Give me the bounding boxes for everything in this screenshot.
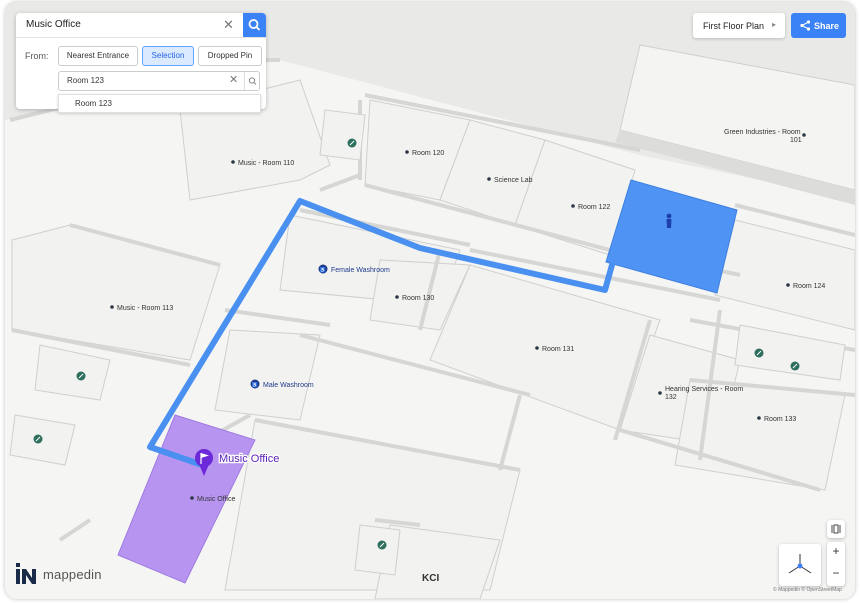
label-music-office[interactable]: Music Office [197, 496, 235, 503]
attribution[interactable]: © Mappedin © OpenStreetMap [773, 587, 842, 593]
zoom-in-icon[interactable]: + [827, 544, 845, 558]
label-green-industries[interactable]: Green Industries - Room [724, 129, 801, 136]
from-label: From: [25, 51, 49, 61]
compass-icon [788, 554, 812, 574]
small-room-top [319, 109, 366, 161]
search-bar[interactable]: Music Office ✕ [16, 13, 266, 38]
suggestion-list: Room 123 [58, 94, 261, 113]
share-button[interactable]: Share [791, 13, 846, 38]
mappedin-logo-icon [16, 563, 36, 584]
chevron-right-icon: ▸ [772, 20, 777, 29]
layers-icon [831, 524, 841, 534]
label-room-131[interactable]: Room 131 [542, 346, 574, 353]
search-icon [248, 19, 261, 31]
suggestion-item[interactable]: Room 123 [75, 99, 112, 108]
label-room-124[interactable]: Room 124 [793, 283, 825, 290]
search-icon[interactable] [244, 72, 260, 90]
brand-name: mappedin [43, 567, 102, 582]
label-female-washroom[interactable]: Female Washroom [331, 267, 390, 274]
destination-marker-label[interactable]: Music Office [218, 452, 281, 467]
floor-selector[interactable]: First Floor Plan ▸ [693, 13, 785, 38]
small-room-bottom [354, 524, 401, 576]
label-male-washroom[interactable]: Male Washroom [263, 382, 314, 389]
label-room-122[interactable]: Room 122 [578, 204, 610, 211]
level-toggle-button[interactable] [827, 520, 845, 538]
share-icon [800, 20, 811, 31]
label-music-room-113[interactable]: Music - Room 113 [117, 305, 173, 312]
person-icon [666, 213, 672, 228]
map-frame: ♿ ♿ Music - Room 110 Room 120 Science La… [5, 2, 855, 599]
label-room-130[interactable]: Room 130 [402, 295, 434, 302]
from-option-selection[interactable]: Selection [142, 46, 194, 66]
origin-input-value: Room 123 [67, 76, 104, 85]
origin-input[interactable]: Room 123 ✕ [58, 71, 260, 91]
zoom-out-icon[interactable]: − [827, 566, 845, 580]
search-input[interactable]: Music Office [26, 19, 81, 30]
zoom-controls: + − [827, 542, 845, 586]
label-hearing-services-number[interactable]: 132 [665, 394, 677, 401]
label-hearing-services[interactable]: Hearing Services - Room [665, 386, 743, 393]
washroom-icon: ♿ [318, 264, 328, 274]
svg-text:♿: ♿ [252, 382, 258, 389]
search-button[interactable] [243, 13, 266, 37]
mappedin-logo: mappedin [15, 562, 102, 591]
label-green-industries-number[interactable]: 101 [790, 137, 802, 144]
label-room-133[interactable]: Room 133 [764, 416, 796, 423]
washroom-icon: ♿ [250, 379, 260, 389]
share-label: Share [814, 21, 840, 31]
label-room-120[interactable]: Room 120 [412, 150, 444, 157]
from-option-dropped-pin[interactable]: Dropped Pin [198, 46, 262, 66]
close-icon[interactable]: ✕ [223, 17, 234, 33]
close-icon[interactable]: ✕ [229, 73, 238, 86]
label-science-lab[interactable]: Science Lab [494, 177, 533, 184]
compass-button[interactable] [779, 544, 821, 586]
label-kci[interactable]: KCI [422, 573, 439, 584]
floor-label: First Floor Plan [703, 21, 765, 31]
from-option-nearest-entrance[interactable]: Nearest Entrance [58, 46, 138, 66]
label-music-room-110[interactable]: Music - Room 110 [238, 160, 294, 167]
svg-text:♿: ♿ [320, 267, 326, 274]
